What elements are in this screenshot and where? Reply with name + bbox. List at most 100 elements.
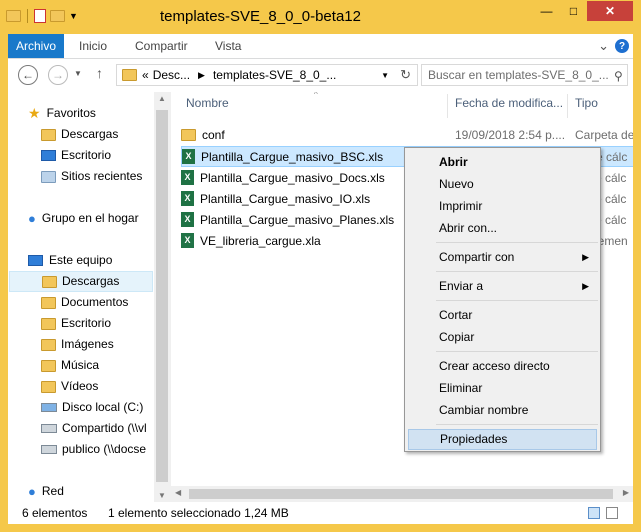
nav-favoritos[interactable]: ★ Favoritos	[28, 103, 96, 124]
menu-copiar[interactable]: Copiar	[408, 327, 597, 348]
column-nombre[interactable]: Nombre	[186, 96, 229, 110]
recent-locations-icon[interactable]: ▼	[74, 69, 82, 78]
help-icon[interactable]: ?	[615, 39, 629, 53]
nav-imagenes[interactable]: Imágenes	[41, 334, 114, 355]
tab-compartir[interactable]: Compartir	[135, 34, 188, 58]
search-input[interactable]: Buscar en templates-SVE_8_0_...	[421, 64, 628, 86]
excel-file-icon: X	[181, 212, 194, 227]
window-controls: — □ ✕	[533, 1, 633, 21]
scroll-left-icon[interactable]: ◀	[175, 488, 181, 497]
nav-publico[interactable]: publico (\\docse	[41, 439, 146, 460]
expand-ribbon-icon[interactable]: ⌄	[598, 38, 609, 54]
star-icon: ★	[28, 105, 41, 121]
excel-file-icon: X	[181, 191, 194, 206]
horizontal-scrollbar-thumb[interactable]	[189, 489, 613, 499]
context-menu: Abrir Nuevo Imprimir Abrir con... Compar…	[404, 147, 601, 452]
nav-este-equipo[interactable]: Este equipo	[28, 250, 112, 271]
nav-documentos[interactable]: Documentos	[41, 292, 128, 313]
videos-folder-icon	[41, 380, 56, 393]
homegroup-icon: ●	[28, 211, 36, 226]
network-drive-icon	[41, 445, 57, 454]
submenu-arrow-icon: ▶	[582, 252, 589, 262]
minimize-button[interactable]: —	[533, 1, 560, 21]
address-bar[interactable]: « Desc... ▶ templates-SVE_8_0_... ▼ ↻	[116, 64, 418, 86]
details-view-icon[interactable]	[588, 507, 600, 519]
chevron-right-icon: ▶	[198, 69, 205, 80]
nav-red[interactable]: ● Red	[28, 481, 64, 502]
horizontal-scrollbar[interactable]: ◀ ▶	[171, 486, 633, 502]
excel-addin-icon: X	[181, 233, 194, 248]
address-dropdown-icon[interactable]: ▼	[381, 71, 389, 80]
excel-file-icon: X	[181, 170, 194, 185]
close-button[interactable]: ✕	[587, 1, 633, 21]
desktop-folder-icon	[41, 317, 56, 330]
pictures-folder-icon	[41, 338, 56, 351]
menu-compartir-con[interactable]: Compartir con ▶	[408, 247, 597, 268]
menu-abrir-con[interactable]: Abrir con...	[408, 218, 597, 239]
forward-button[interactable]: →	[48, 65, 68, 85]
nav-escritorio[interactable]: Escritorio	[41, 313, 111, 334]
item-count: 6 elementos	[22, 506, 88, 520]
scroll-down-icon[interactable]: ▼	[158, 491, 166, 500]
scroll-right-icon[interactable]: ▶	[623, 488, 629, 497]
submenu-arrow-icon: ▶	[582, 281, 589, 291]
column-tipo[interactable]: Tipo	[575, 96, 598, 110]
menu-abrir[interactable]: Abrir	[408, 152, 597, 173]
status-bar: 6 elementos 1 elemento seleccionado 1,24…	[8, 502, 633, 524]
menu-eliminar[interactable]: Eliminar	[408, 378, 597, 399]
menu-nuevo[interactable]: Nuevo	[408, 174, 597, 195]
nav-disco-local[interactable]: Disco local (C:)	[41, 397, 143, 418]
navigation-pane: ★ Favoritos Descargas Escritorio Sitios r…	[8, 92, 154, 502]
search-icon[interactable]: ⚲	[614, 69, 623, 83]
nav-scrollbar[interactable]: ▲ ▼	[154, 92, 171, 502]
maximize-button[interactable]: □	[560, 1, 587, 21]
menu-crear-acceso-directo[interactable]: Crear acceso directo	[408, 356, 597, 377]
excel-file-icon: X	[182, 149, 195, 164]
up-button[interactable]: ↑	[96, 65, 103, 81]
folder-icon	[181, 128, 196, 141]
menu-enviar-a[interactable]: Enviar a ▶	[408, 276, 597, 297]
breadcrumb-overflow[interactable]: «	[142, 68, 149, 82]
large-icons-view-icon[interactable]	[606, 507, 618, 519]
menu-propiedades[interactable]: Propiedades	[408, 429, 597, 450]
explorer-window: ▼ templates-SVE_8_0_0-beta12 — □ ✕ Archi…	[0, 0, 641, 532]
computer-icon	[28, 255, 43, 266]
menu-cambiar-nombre[interactable]: Cambiar nombre	[408, 400, 597, 421]
breadcrumb-current[interactable]: templates-SVE_8_0_...	[213, 68, 336, 82]
nav-compartido[interactable]: Compartido (\\vl	[41, 418, 147, 439]
nav-sitios-recientes[interactable]: Sitios recientes	[41, 166, 142, 187]
folder-icon	[122, 69, 137, 81]
recent-places-icon	[41, 170, 56, 183]
network-drive-icon	[41, 424, 57, 433]
network-icon: ●	[28, 484, 36, 499]
sort-indicator-icon: ^	[314, 92, 318, 99]
nav-videos[interactable]: Vídeos	[41, 376, 98, 397]
breadcrumb-desc[interactable]: Desc...	[153, 68, 190, 82]
tab-vista[interactable]: Vista	[215, 34, 241, 58]
selection-info: 1 elemento seleccionado 1,24 MB	[108, 506, 289, 520]
scroll-up-icon[interactable]: ▲	[158, 94, 166, 103]
tab-inicio[interactable]: Inicio	[79, 34, 107, 58]
back-button[interactable]: ←	[18, 65, 38, 85]
column-fecha[interactable]: Fecha de modifica...	[455, 96, 563, 110]
menu-cortar[interactable]: Cortar	[408, 305, 597, 326]
nav-descargas-fav[interactable]: Descargas	[41, 124, 118, 145]
file-row[interactable]: conf 19/09/2018 2:54 p.... Carpeta de a	[181, 124, 633, 145]
title-bar: ▼ templates-SVE_8_0_0-beta12 — □ ✕	[0, 0, 641, 34]
documents-folder-icon	[41, 296, 56, 309]
nav-descargas[interactable]: Descargas	[9, 271, 153, 292]
ribbon-tabs: Archivo Inicio Compartir Vista ⌄ ?	[8, 34, 633, 59]
nav-scrollbar-thumb[interactable]	[156, 110, 168, 482]
refresh-icon[interactable]: ↻	[400, 67, 411, 83]
nav-musica[interactable]: Música	[41, 355, 99, 376]
address-row: ← → ▼ ↑ « Desc... ▶ templates-SVE_8_0_..…	[8, 59, 633, 92]
tab-archivo[interactable]: Archivo	[8, 34, 64, 58]
window-title: templates-SVE_8_0_0-beta12	[160, 8, 361, 25]
nav-escritorio-fav[interactable]: Escritorio	[41, 145, 111, 166]
music-folder-icon	[41, 359, 56, 372]
local-disk-icon	[41, 403, 57, 412]
ribbon-help-area: ⌄ ?	[598, 38, 629, 54]
nav-grupo-hogar[interactable]: ● Grupo en el hogar	[28, 208, 139, 229]
downloads-folder-icon	[42, 275, 57, 288]
menu-imprimir[interactable]: Imprimir	[408, 196, 597, 217]
